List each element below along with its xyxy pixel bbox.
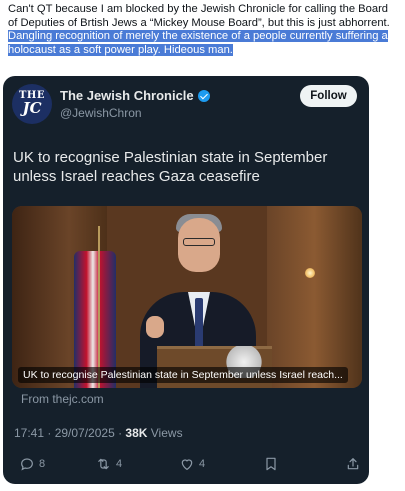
flagpole xyxy=(98,226,100,388)
tweet-timestamp[interactable]: 17:41 · 29/07/2025 · xyxy=(14,426,125,440)
share-button[interactable] xyxy=(345,456,361,472)
account-name[interactable]: The Jewish Chronicle xyxy=(60,88,210,103)
speaker-tie xyxy=(195,298,203,350)
like-button[interactable]: 4 xyxy=(179,456,205,472)
wall-lamp xyxy=(305,268,315,278)
embedded-tweet-card[interactable]: THE JC The Jewish Chronicle @JewishChron… xyxy=(3,76,369,484)
media-caption: UK to recognise Palestinian state in Sep… xyxy=(18,367,348,383)
reply-count: 8 xyxy=(39,458,46,470)
account-handle[interactable]: @JewishChron xyxy=(60,106,142,120)
tweet-meta: 17:41 · 29/07/2025 · 38K Views xyxy=(14,426,183,440)
bookmark-icon xyxy=(266,457,276,471)
tweet-actions: 8 4 4 xyxy=(13,456,363,474)
jewish-chronicle-avatar[interactable]: THE JC xyxy=(12,84,52,124)
post-text-highlighted: Dangling recognition of merely the exist… xyxy=(8,30,388,56)
reply-button[interactable]: 8 xyxy=(19,456,45,472)
bookmark-button[interactable] xyxy=(263,456,279,472)
account-name-text: The Jewish Chronicle xyxy=(60,88,194,103)
article-image[interactable]: UK to recognise Palestinian state in Sep… xyxy=(12,206,362,388)
follow-button[interactable]: Follow xyxy=(300,85,357,107)
retweet-icon xyxy=(98,458,109,470)
views-count: 38K xyxy=(125,426,148,440)
speaker-hand xyxy=(146,316,164,338)
retweet-button[interactable]: 4 xyxy=(95,456,122,472)
reply-icon xyxy=(21,458,33,471)
verified-badge-icon xyxy=(197,89,210,102)
wood-panel-right xyxy=(267,206,362,388)
tweet-text: UK to recognise Palestinian state in Sep… xyxy=(13,149,328,185)
speaker-glasses xyxy=(183,238,215,246)
retweet-count: 4 xyxy=(116,458,123,470)
like-count: 4 xyxy=(199,458,206,470)
link-source[interactable]: From thejc.com xyxy=(21,392,104,406)
share-icon xyxy=(347,458,359,470)
avatar-text-bottom: JC xyxy=(22,99,42,117)
views-label: Views xyxy=(147,426,183,440)
post-text: Can't QT because I am blocked by the Jew… xyxy=(8,3,400,57)
heart-icon xyxy=(181,459,193,470)
post-text-plain: Can't QT because I am blocked by the Jew… xyxy=(8,3,390,29)
